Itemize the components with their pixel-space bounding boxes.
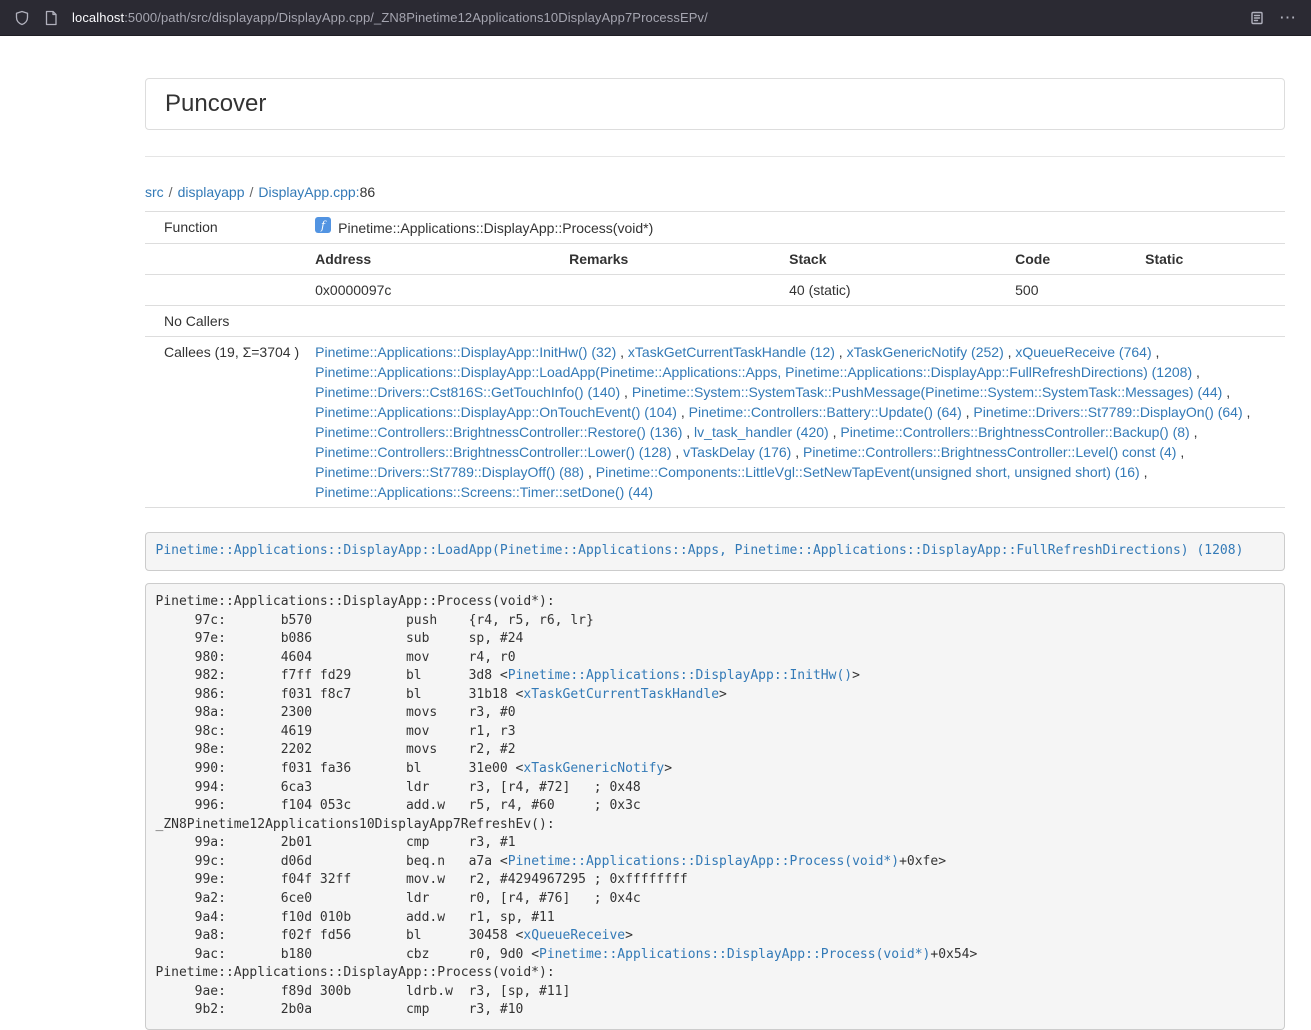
shield-icon[interactable]	[14, 10, 30, 26]
callee-link[interactable]: xTaskGenericNotify (252)	[847, 344, 1004, 360]
callee-link[interactable]: Pinetime::Controllers::Battery::Update()…	[689, 404, 962, 420]
value-remarks	[561, 275, 781, 306]
function-name: Pinetime::Applications::DisplayApp::Proc…	[338, 218, 653, 238]
browser-chrome: localhost:5000/path/src/displayapp/Displ…	[0, 0, 1311, 36]
code-symbol-link[interactable]: Pinetime::Applications::DisplayApp::Proc…	[539, 947, 930, 962]
breadcrumb-item[interactable]: DisplayApp.cpp:	[258, 184, 359, 200]
callee-link[interactable]: xQueueReceive (764)	[1015, 344, 1151, 360]
callee-link[interactable]: Pinetime::Applications::DisplayApp::Init…	[315, 344, 616, 360]
value-address: 0x0000097c	[307, 275, 561, 306]
callees-cell: Pinetime::Applications::DisplayApp::Init…	[307, 337, 1285, 508]
callee-link[interactable]: Pinetime::Controllers::BrightnessControl…	[840, 424, 1189, 440]
value-static	[1137, 275, 1285, 306]
breadcrumb-separator: /	[164, 184, 178, 200]
callee-link[interactable]: Pinetime::Components::LittleVgl::SetNewT…	[596, 464, 1140, 480]
function-name-cell: f Pinetime::Applications::DisplayApp::Pr…	[307, 212, 1285, 244]
no-callers-label: No Callers	[145, 306, 307, 337]
callees-row: Callees (19, Σ=3704 ) Pinetime::Applicat…	[145, 337, 1285, 508]
callee-link[interactable]: Pinetime::Drivers::St7789::DisplayOn() (…	[973, 404, 1242, 420]
breadcrumb: src/displayapp/DisplayApp.cpp:86	[145, 182, 1285, 202]
reader-view-icon[interactable]	[1249, 10, 1265, 26]
url-host: localhost	[72, 10, 124, 25]
breadcrumb-item[interactable]: displayapp	[178, 184, 245, 200]
function-row: Function f Pinetime::Applications::Displ…	[145, 212, 1285, 244]
page-title: Puncover	[165, 91, 1265, 117]
col-header-stack: Stack	[781, 244, 1007, 275]
page-icon[interactable]	[44, 10, 58, 26]
callee-link[interactable]: xTaskGetCurrentTaskHandle (12)	[628, 344, 835, 360]
divider	[145, 156, 1285, 157]
function-icon: f	[315, 217, 331, 238]
function-row-label: Function	[145, 212, 307, 244]
callee-link[interactable]: Pinetime::Drivers::Cst816S::GetTouchInfo…	[315, 384, 620, 400]
value-stack: 40 (static)	[781, 275, 1007, 306]
url-text[interactable]: localhost:5000/path/src/displayapp/Displ…	[72, 10, 1235, 25]
url-path: :5000/path/src/displayapp/DisplayApp.cpp…	[124, 10, 708, 25]
metrics-header-row: Address Remarks Stack Code Static	[145, 244, 1285, 275]
callee-link[interactable]: lv_task_handler (420)	[694, 424, 829, 440]
col-header-code: Code	[1007, 244, 1137, 275]
callee-link[interactable]: Pinetime::Applications::DisplayApp::OnTo…	[315, 404, 677, 420]
col-header-remarks: Remarks	[561, 244, 781, 275]
menu-icon[interactable]: ⋯	[1279, 9, 1297, 26]
symbol-table: Function f Pinetime::Applications::Displ…	[145, 211, 1285, 508]
metrics-value-row: 0x0000097c 40 (static) 500	[145, 275, 1285, 306]
callee-link[interactable]: Pinetime::System::SystemTask::PushMessag…	[632, 384, 1223, 400]
callee-link[interactable]: vTaskDelay (176)	[683, 444, 791, 460]
page-title-panel: Puncover	[145, 78, 1285, 130]
callee-link[interactable]: Pinetime::Applications::Screens::Timer::…	[315, 484, 653, 500]
col-header-address: Address	[307, 244, 561, 275]
code-symbol-link[interactable]: Pinetime::Applications::DisplayApp::Init…	[508, 668, 852, 683]
disassembly: Pinetime::Applications::DisplayApp::Proc…	[145, 583, 1285, 1030]
callees-label: Callees (19, Σ=3704 )	[145, 337, 307, 508]
callee-link[interactable]: Pinetime::Controllers::BrightnessControl…	[315, 444, 671, 460]
no-callers-row: No Callers	[145, 306, 1285, 337]
snippet-link[interactable]: Pinetime::Applications::DisplayApp::Load…	[156, 543, 1244, 558]
code-symbol-link[interactable]: xQueueReceive	[523, 928, 625, 943]
code-symbol-link[interactable]: Pinetime::Applications::DisplayApp::Proc…	[508, 854, 899, 869]
col-header-static: Static	[1137, 244, 1285, 275]
breadcrumb-separator: /	[245, 184, 259, 200]
breadcrumb-item[interactable]: src	[145, 184, 164, 200]
callee-link[interactable]: Pinetime::Controllers::BrightnessControl…	[315, 424, 682, 440]
callee-link[interactable]: Pinetime::Drivers::St7789::DisplayOff() …	[315, 464, 584, 480]
value-code: 500	[1007, 275, 1137, 306]
callee-link[interactable]: Pinetime::Applications::DisplayApp::Load…	[315, 364, 1192, 380]
page-container: Puncover src/displayapp/DisplayApp.cpp:8…	[145, 78, 1285, 1030]
code-symbol-link[interactable]: xTaskGetCurrentTaskHandle	[523, 687, 719, 702]
code-symbol-link[interactable]: xTaskGenericNotify	[523, 761, 664, 776]
callee-link[interactable]: Pinetime::Controllers::BrightnessControl…	[803, 444, 1176, 460]
snippet-box: Pinetime::Applications::DisplayApp::Load…	[145, 532, 1285, 571]
breadcrumb-item: 86	[360, 184, 376, 200]
